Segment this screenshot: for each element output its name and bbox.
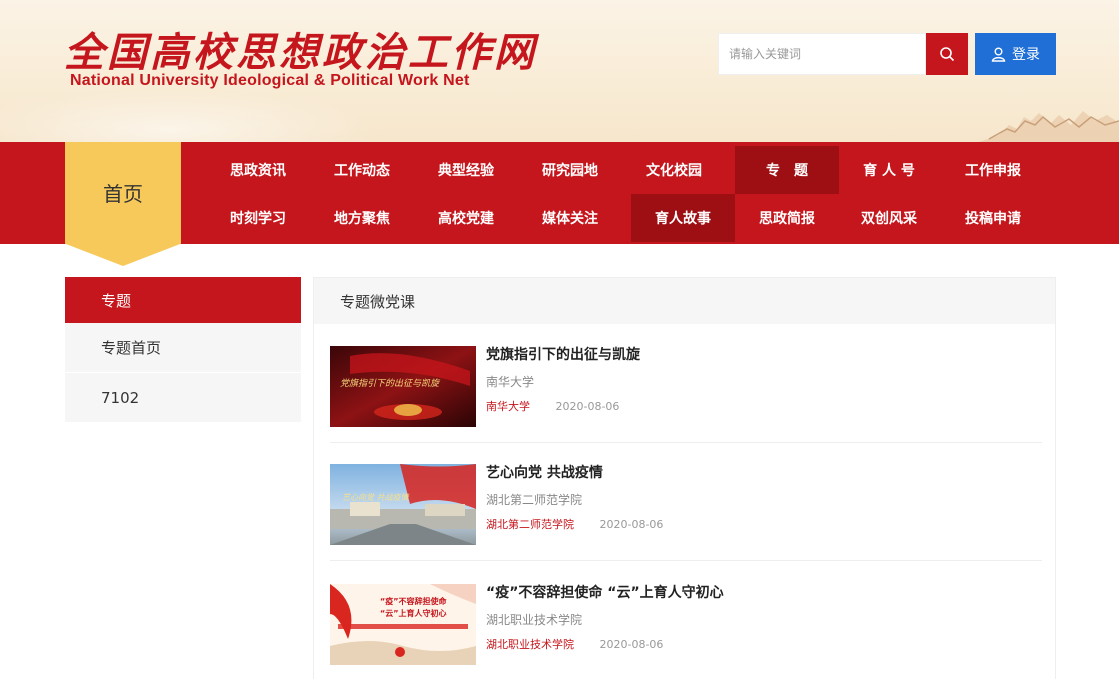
nav-item-tougao-shenqing[interactable]: 投稿申请 xyxy=(941,194,1045,242)
search-button[interactable] xyxy=(926,33,968,75)
nav-item-zhuanti[interactable]: 专 题 xyxy=(735,146,839,194)
nav-item-shuangchuang-fengcai[interactable]: 双创风采 xyxy=(837,194,941,242)
article-thumbnail[interactable]: 党旗指引下的出征与凯旋 xyxy=(330,346,476,427)
article-date: 2020-08-06 xyxy=(599,638,664,651)
article-date: 2020-08-06 xyxy=(555,400,620,413)
sidebar-item-zhuanti-home[interactable]: 专题首页 xyxy=(65,323,301,373)
svg-text:“云”上育人守初心: “云”上育人守初心 xyxy=(380,608,447,618)
nav-item-yanjiu-yuandi[interactable]: 研究园地 xyxy=(518,146,622,194)
article-item[interactable]: 党旗指引下的出征与凯旋 党旗指引下的出征与凯旋 南华大学 南华大学 2020-0… xyxy=(330,325,1042,443)
nav-item-gaoxiao-dangjian[interactable]: 高校党建 xyxy=(414,194,518,242)
sidebar-item-7102[interactable]: 7102 xyxy=(65,373,301,423)
nav-item-meiti-guanzhu[interactable]: 媒体关注 xyxy=(518,194,622,242)
article-title[interactable]: “疫”不容辞担使命 “云”上育人守初心 xyxy=(486,582,724,602)
article-source[interactable]: 湖北第二师范学院 xyxy=(486,518,574,531)
search-box xyxy=(718,33,926,75)
article-item[interactable]: “疫”不容辞担使命 “云”上育人守初心 “疫”不容辞担使命 “云”上育人守初心 … xyxy=(330,563,1042,679)
article-title[interactable]: 艺心向党 共战疫情 xyxy=(486,462,603,482)
login-button[interactable]: 登录 xyxy=(975,33,1056,75)
article-meta: 湖北第二师范学院 2020-08-06 xyxy=(486,516,663,532)
nav-item-gongzuo-shenbao[interactable]: 工作申报 xyxy=(941,146,1045,194)
search-icon xyxy=(940,47,955,62)
article-meta: 南华大学 2020-08-06 xyxy=(486,398,619,414)
svg-text:艺心向党 共战疫情: 艺心向党 共战疫情 xyxy=(342,493,410,502)
nav-item-sizheng-zixun[interactable]: 思政资讯 xyxy=(206,146,310,194)
nav-item-yuren-gushi[interactable]: 育人故事 xyxy=(631,194,735,242)
article-source[interactable]: 湖北职业技术学院 xyxy=(486,638,574,651)
article-subtitle: 湖北职业技术学院 xyxy=(486,613,583,627)
site-logo-title[interactable]: 全国高校思想政治工作网 xyxy=(64,20,537,78)
article-thumbnail[interactable]: “疫”不容辞担使命 “云”上育人守初心 xyxy=(330,584,476,665)
content-panel: 专题微党课 党旗指引下的出征与凯旋 党旗指引下的出征与凯旋 南华大学 南华大学 … xyxy=(313,277,1056,679)
nav-home[interactable]: 首页 xyxy=(65,142,181,266)
sidebar-header[interactable]: 专题 xyxy=(65,277,301,323)
nav-item-shike-xuexi[interactable]: 时刻学习 xyxy=(206,194,310,242)
svg-text:“疫”不容辞担使命: “疫”不容辞担使命 xyxy=(380,596,448,606)
site-logo-subtitle: National University Ideological & Politi… xyxy=(70,72,470,89)
login-label: 登录 xyxy=(1012,47,1040,63)
nav-item-gongzuo-dongtai[interactable]: 工作动态 xyxy=(310,146,414,194)
article-title[interactable]: 党旗指引下的出征与凯旋 xyxy=(486,344,640,364)
header-decoration xyxy=(0,90,380,142)
nav-item-difang-jujiao[interactable]: 地方聚焦 xyxy=(310,194,414,242)
article-date: 2020-08-06 xyxy=(599,518,664,531)
article-subtitle: 南华大学 xyxy=(486,375,535,389)
article-source[interactable]: 南华大学 xyxy=(486,400,530,413)
nav-item-dianxing-jingyan[interactable]: 典型经验 xyxy=(414,146,518,194)
user-icon xyxy=(991,47,1006,62)
search-input[interactable] xyxy=(729,47,919,61)
great-wall-icon xyxy=(979,111,1119,142)
article-thumbnail[interactable]: 艺心向党 共战疫情 xyxy=(330,464,476,545)
svg-text:党旗指引下的出征与凯旋: 党旗指引下的出征与凯旋 xyxy=(340,378,441,389)
article-subtitle: 湖北第二师范学院 xyxy=(486,493,583,507)
panel-title: 专题微党课 xyxy=(314,278,1055,324)
article-item[interactable]: 艺心向党 共战疫情 艺心向党 共战疫情 湖北第二师范学院 湖北第二师范学院 20… xyxy=(330,443,1042,561)
nav-item-wenhua-xiaoyuan[interactable]: 文化校园 xyxy=(622,146,726,194)
nav-item-yurenhao[interactable]: 育 人 号 xyxy=(837,146,941,194)
nav-item-sizheng-jianbao[interactable]: 思政简报 xyxy=(735,194,839,242)
sidebar: 专题 专题首页 7102 xyxy=(65,277,301,423)
article-meta: 湖北职业技术学院 2020-08-06 xyxy=(486,636,663,652)
